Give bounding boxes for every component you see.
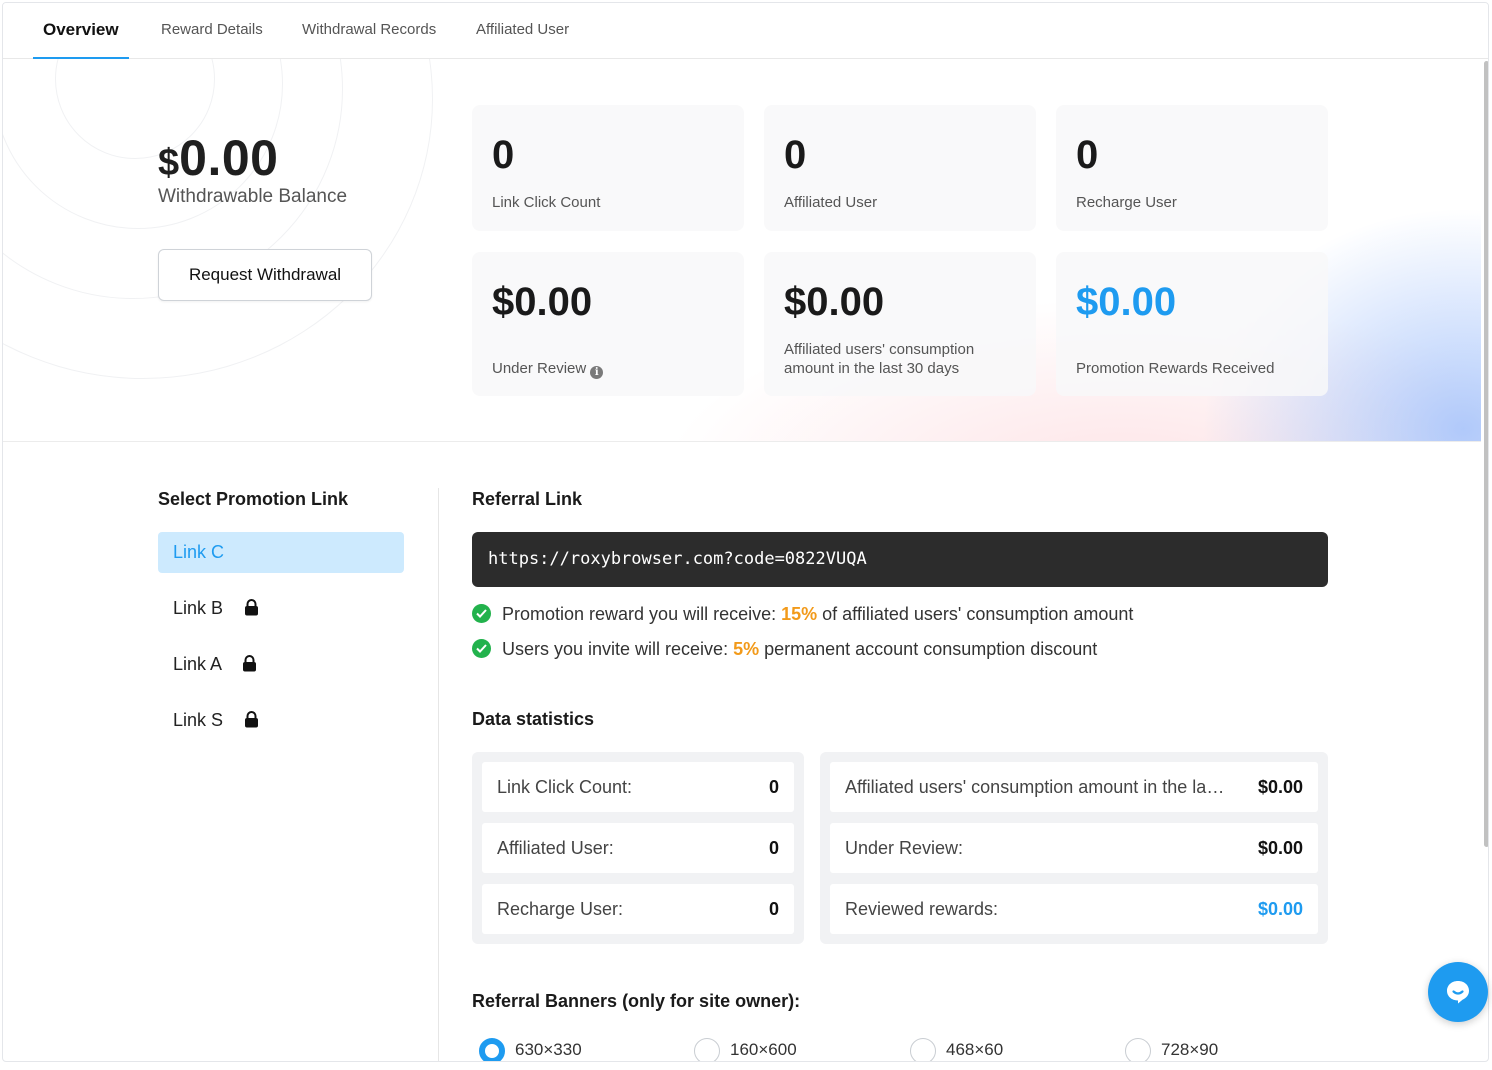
stat-value: $0.00	[492, 280, 593, 324]
lock-icon	[244, 590, 259, 631]
stats-row-label: Reviewed rewards:	[845, 899, 999, 919]
check-circle-icon	[472, 604, 491, 623]
promotion-link-a[interactable]: Link A	[158, 644, 404, 685]
tab-overview[interactable]: Overview	[33, 3, 129, 59]
promotion-link-s[interactable]: Link S	[158, 700, 404, 741]
stat-label: Under Review i	[492, 359, 604, 379]
referral-link-title: Referral Link	[472, 489, 583, 509]
reward-bullet: Promotion reward you will receive: 15% o…	[472, 604, 1133, 625]
stat-card-rewards-received: $0.00 Promotion Rewards Received	[1056, 252, 1328, 396]
app-frame: Overview Reward Details Withdrawal Recor…	[2, 2, 1489, 1062]
tab-withdrawal-records[interactable]: Withdrawal Records	[302, 3, 436, 59]
stat-value: 0	[492, 133, 515, 177]
scrollbar-thumb[interactable]	[1484, 61, 1488, 847]
section-divider	[438, 488, 439, 1061]
chat-button[interactable]	[1428, 962, 1488, 1022]
promotion-link-label: Link C	[173, 542, 225, 562]
stat-value: 0	[1076, 133, 1099, 177]
stats-row: Affiliated users' consumption amount in …	[830, 762, 1318, 812]
radio-icon	[1125, 1037, 1151, 1061]
stats-row: Recharge User: 0	[482, 884, 794, 934]
withdrawable-balance: $0.00	[158, 129, 278, 187]
promotion-link-label: Link A	[173, 654, 222, 674]
tab-affiliated-user[interactable]: Affiliated User	[476, 3, 569, 59]
stat-card-link-clicks: 0 Link Click Count	[472, 105, 744, 231]
stat-card-affiliated-user: 0 Affiliated User	[764, 105, 1036, 231]
radio-icon	[910, 1037, 936, 1061]
balance-amount: 0.00	[179, 130, 279, 186]
banner-size-630x330[interactable]: 630×330	[479, 1037, 582, 1061]
stat-card-recharge-user: 0 Recharge User	[1056, 105, 1328, 231]
request-withdrawal-button[interactable]: Request Withdrawal	[158, 249, 372, 301]
stats-row-value: 0	[768, 777, 779, 797]
bullet-suffix: permanent account consumption discount	[759, 639, 1098, 659]
bullet-prefix: Users you invite will receive:	[502, 639, 734, 659]
radio-label: 630×330	[515, 1040, 582, 1059]
bullet-suffix: of affiliated users' consumption amount	[817, 604, 1134, 624]
radio-label: 468×60	[946, 1040, 1004, 1059]
referral-banners-title: Referral Banners (only for site owner):	[472, 991, 801, 1011]
stats-row: Reviewed rewards: $0.00	[830, 884, 1318, 934]
stat-card-under-review: $0.00 Under Review i	[472, 252, 744, 396]
bullet-highlight: 15%	[781, 604, 818, 624]
lock-icon	[242, 646, 257, 687]
stat-value: $0.00	[1076, 280, 1177, 324]
vertical-scrollbar[interactable]	[1483, 59, 1488, 1059]
banner-size-728x90[interactable]: 728×90	[1125, 1037, 1219, 1061]
stats-row-label: Affiliated users' consumption amount in …	[845, 777, 1230, 797]
discount-bullet: Users you invite will receive: 5% perman…	[472, 639, 1097, 660]
stat-label: Promotion Rewards Received	[1076, 360, 1275, 377]
stats-panel-left: Link Click Count: 0 Affiliated User: 0 R…	[472, 752, 804, 944]
promotion-link-label: Link S	[173, 710, 224, 730]
stats-row-value: 0	[768, 838, 779, 858]
stats-panel-right: Affiliated users' consumption amount in …	[820, 752, 1328, 944]
banner-size-468x60[interactable]: 468×60	[910, 1037, 1004, 1061]
stat-label: Recharge User	[1076, 194, 1177, 211]
chat-icon	[1447, 981, 1469, 1004]
bullet-highlight: 5%	[733, 639, 760, 659]
promotion-link-b[interactable]: Link B	[158, 588, 404, 629]
stats-row: Under Review: $0.00	[830, 823, 1318, 873]
select-promotion-link-title: Select Promotion Link	[158, 489, 349, 509]
radio-label: 160×600	[730, 1040, 797, 1059]
radio-icon	[694, 1037, 720, 1061]
decorative-ring	[3, 59, 433, 379]
radio-label: 728×90	[1161, 1040, 1219, 1059]
promotion-link-c[interactable]: Link C	[158, 532, 404, 573]
stat-label: Affiliated users' consumption amount in …	[784, 341, 975, 377]
stats-row-value: $0.00	[1257, 838, 1303, 858]
stat-label-text: Under Review	[492, 360, 587, 377]
stats-row-value: $0.00	[1257, 777, 1303, 797]
stats-row: Affiliated User: 0	[482, 823, 794, 873]
stat-label: Affiliated User	[784, 194, 878, 211]
stats-row-value: $0.00	[1257, 899, 1303, 919]
stats-row-label: Affiliated User:	[497, 838, 614, 858]
bullet-prefix: Promotion reward you will receive:	[502, 604, 782, 624]
stat-value: 0	[784, 133, 807, 177]
balance-label: Withdrawable Balance	[158, 186, 348, 207]
promotion-link-label: Link B	[173, 598, 224, 618]
stats-row-label: Link Click Count:	[497, 777, 633, 797]
stats-row-label: Recharge User:	[497, 899, 624, 919]
check-circle-icon	[472, 639, 491, 658]
referral-link-box[interactable]: https://roxybrowser.com?code=0822VUQA	[472, 532, 1328, 587]
stats-row-label: Under Review:	[845, 838, 964, 858]
overview-hero: $0.00 Withdrawable Balance Request Withd…	[3, 59, 1481, 442]
stat-label: Link Click Count	[492, 194, 601, 211]
balance-currency: $	[158, 142, 180, 184]
tab-bar: Overview Reward Details Withdrawal Recor…	[3, 3, 1488, 59]
banner-size-160x600[interactable]: 160×600	[694, 1037, 797, 1061]
stats-row-value: 0	[768, 899, 779, 919]
info-icon[interactable]: i	[590, 366, 604, 379]
stats-row: Link Click Count: 0	[482, 762, 794, 812]
stat-value: $0.00	[784, 280, 885, 324]
lock-icon	[244, 702, 259, 743]
tab-reward-details[interactable]: Reward Details	[161, 3, 263, 59]
radio-selected-icon	[479, 1037, 505, 1061]
data-statistics-title: Data statistics	[472, 709, 595, 729]
stat-card-consumption: $0.00 Affiliated users' consumption amou…	[764, 252, 1036, 396]
